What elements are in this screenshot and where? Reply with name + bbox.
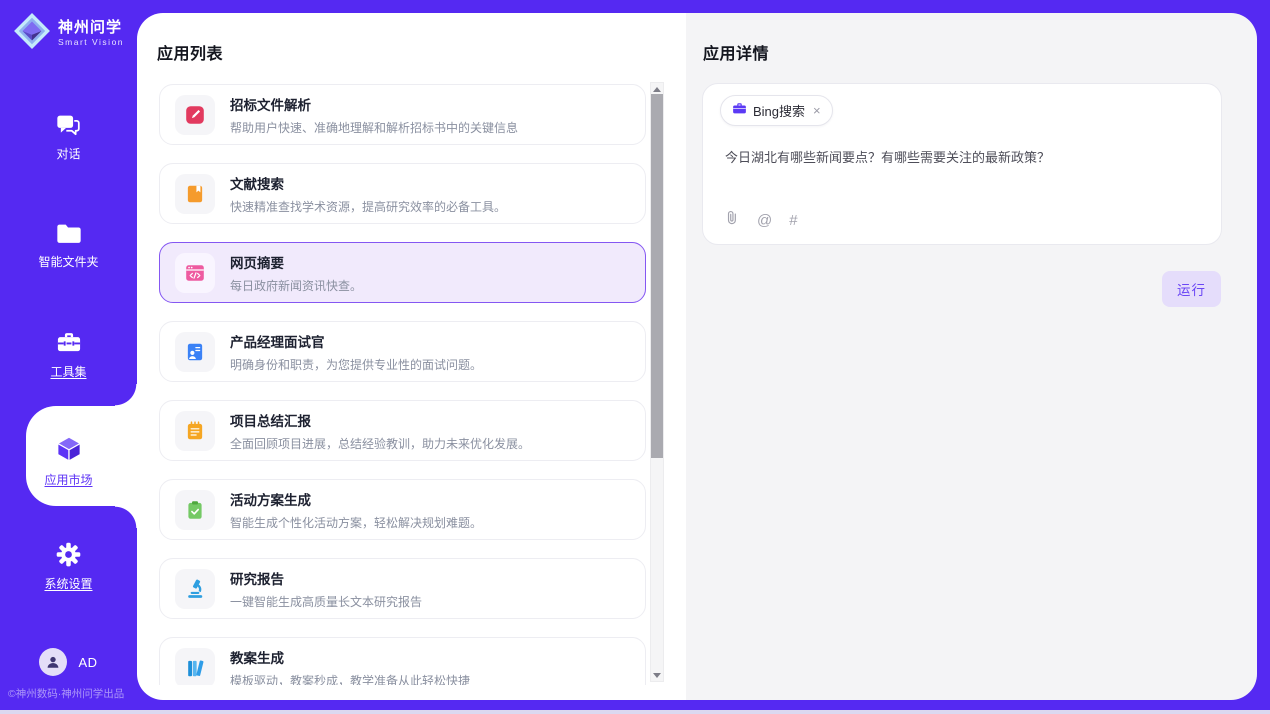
toolbox-icon xyxy=(0,330,137,356)
app-subtitle: 明确身份和职责，为您提供专业性的面试问题。 xyxy=(230,356,482,373)
query-input[interactable]: 今日湖北有哪些新闻要点？有哪些需要关注的最新政策？ xyxy=(725,148,1199,168)
sidebar: 神州问学 Smart Vision 对话 智能文件夹 xyxy=(0,0,137,714)
app-title: 项目总结汇报 xyxy=(230,410,530,430)
scrollbar-down-arrow[interactable] xyxy=(651,669,663,681)
app-list-title: 应用列表 xyxy=(157,40,223,64)
sidebar-item-smart-folder[interactable]: 智能文件夹 xyxy=(0,222,137,271)
brand-logo-diamond-icon xyxy=(13,12,51,55)
user-account[interactable]: AD xyxy=(0,648,137,676)
mention-icon[interactable]: @ xyxy=(757,213,772,228)
person-doc-icon xyxy=(175,332,215,372)
clipboard-check-icon xyxy=(175,490,215,530)
user-initials: AD xyxy=(78,655,97,670)
hash-icon[interactable]: # xyxy=(789,213,797,228)
sidebar-item-chat[interactable]: 对话 xyxy=(0,112,137,163)
sidebar-item-toolset[interactable]: 工具集 xyxy=(0,330,137,381)
sidebar-item-label: 对话 xyxy=(56,145,80,162)
app-title: 研究报告 xyxy=(230,568,422,588)
app-title: 网页摘要 xyxy=(230,252,362,272)
folder-icon xyxy=(0,222,137,246)
list-item-project-summary[interactable]: 项目总结汇报 全面回顾项目进展，总结经验教训，助力未来优化发展。 xyxy=(159,400,646,461)
avatar xyxy=(39,648,67,676)
list-item-pm-interviewer[interactable]: 产品经理面试官 明确身份和职责，为您提供专业性的面试问题。 xyxy=(159,321,646,382)
app-subtitle: 智能生成个性化活动方案，轻松解决规划难题。 xyxy=(230,514,482,531)
tool-chip-label: Bing搜索 xyxy=(753,101,805,120)
sidebar-item-settings[interactable]: 系统设置 xyxy=(0,541,137,593)
copyright-text: ©神州数码·神州问学出品 xyxy=(8,686,124,701)
app-title: 招标文件解析 xyxy=(230,94,518,114)
chat-icon xyxy=(0,112,137,138)
scrollbar-thumb[interactable] xyxy=(651,94,663,458)
list-item-web-summary[interactable]: 网页摘要 每日政府新闻资讯快查。 xyxy=(159,242,646,303)
brand-subtitle: Smart Vision xyxy=(58,37,124,47)
person-icon xyxy=(45,654,61,670)
books-icon xyxy=(175,648,215,686)
prompt-card: Bing搜索 × 今日湖北有哪些新闻要点？有哪些需要关注的最新政策？ @ # xyxy=(702,83,1222,245)
app-detail-title: 应用详情 xyxy=(703,40,769,64)
notepad-icon xyxy=(175,411,215,451)
cube-icon xyxy=(0,434,137,464)
sidebar-item-label: 智能文件夹 xyxy=(38,253,98,270)
app-window: 神州问学 Smart Vision 对话 智能文件夹 xyxy=(0,0,1270,714)
app-title: 产品经理面试官 xyxy=(230,331,482,351)
browser-code-icon xyxy=(175,253,215,293)
app-title: 教案生成 xyxy=(230,647,470,667)
app-list-panel: 应用列表 招标文件解析 帮助用户快速、准确地理解和解析招标书中的关键信息 xyxy=(137,13,686,700)
app-list: 招标文件解析 帮助用户快速、准确地理解和解析招标书中的关键信息 文献搜索 快速精… xyxy=(159,84,646,685)
brand: 神州问学 Smart Vision xyxy=(13,12,124,55)
bottom-edge xyxy=(0,710,1270,714)
paperclip-icon[interactable] xyxy=(723,209,740,231)
close-icon[interactable]: × xyxy=(813,103,821,118)
app-subtitle: 一键智能生成高质量长文本研究报告 xyxy=(230,593,422,610)
app-subtitle: 每日政府新闻资讯快查。 xyxy=(230,277,362,294)
run-button[interactable]: 运行 xyxy=(1162,271,1221,307)
list-item-event-plan[interactable]: 活动方案生成 智能生成个性化活动方案，轻松解决规划难题。 xyxy=(159,479,646,540)
sidebar-item-app-market[interactable]: 应用市场 xyxy=(0,434,137,489)
gear-icon xyxy=(0,541,137,568)
tool-chip-bing-search[interactable]: Bing搜索 × xyxy=(720,95,833,126)
app-subtitle: 全面回顾项目进展，总结经验教训，助力未来优化发展。 xyxy=(230,435,530,452)
sidebar-item-label: 工具集 xyxy=(50,363,86,380)
briefcase-icon xyxy=(732,101,747,121)
microscope-icon xyxy=(175,569,215,609)
sidebar-item-label: 应用市场 xyxy=(44,471,92,488)
app-title: 文献搜索 xyxy=(230,173,506,193)
app-subtitle: 模板驱动，教案秒成，教学准备从此轻松快捷 xyxy=(230,672,470,686)
app-subtitle: 快速精准查找学术资源，提高研究效率的必备工具。 xyxy=(230,198,506,215)
app-detail-panel: 应用详情 Bing搜索 × 今日湖北有哪些新闻要点？有哪些需要关注的最新政策？ xyxy=(686,13,1257,700)
list-item-literature-search[interactable]: 文献搜索 快速精准查找学术资源，提高研究效率的必备工具。 xyxy=(159,163,646,224)
sidebar-item-label: 系统设置 xyxy=(44,575,92,592)
brand-name: 神州问学 xyxy=(58,20,124,37)
input-toolbar: @ # xyxy=(723,209,798,231)
list-item-lesson-plan[interactable]: 教案生成 模板驱动，教案秒成，教学准备从此轻松快捷 xyxy=(159,637,646,685)
list-item-bid-document-parse[interactable]: 招标文件解析 帮助用户快速、准确地理解和解析招标书中的关键信息 xyxy=(159,84,646,145)
pen-square-icon xyxy=(175,95,215,135)
app-subtitle: 帮助用户快速、准确地理解和解析招标书中的关键信息 xyxy=(230,119,518,136)
list-item-research-report[interactable]: 研究报告 一键智能生成高质量长文本研究报告 xyxy=(159,558,646,619)
app-title: 活动方案生成 xyxy=(230,489,482,509)
scrollbar[interactable] xyxy=(650,82,664,682)
book-icon xyxy=(175,174,215,214)
